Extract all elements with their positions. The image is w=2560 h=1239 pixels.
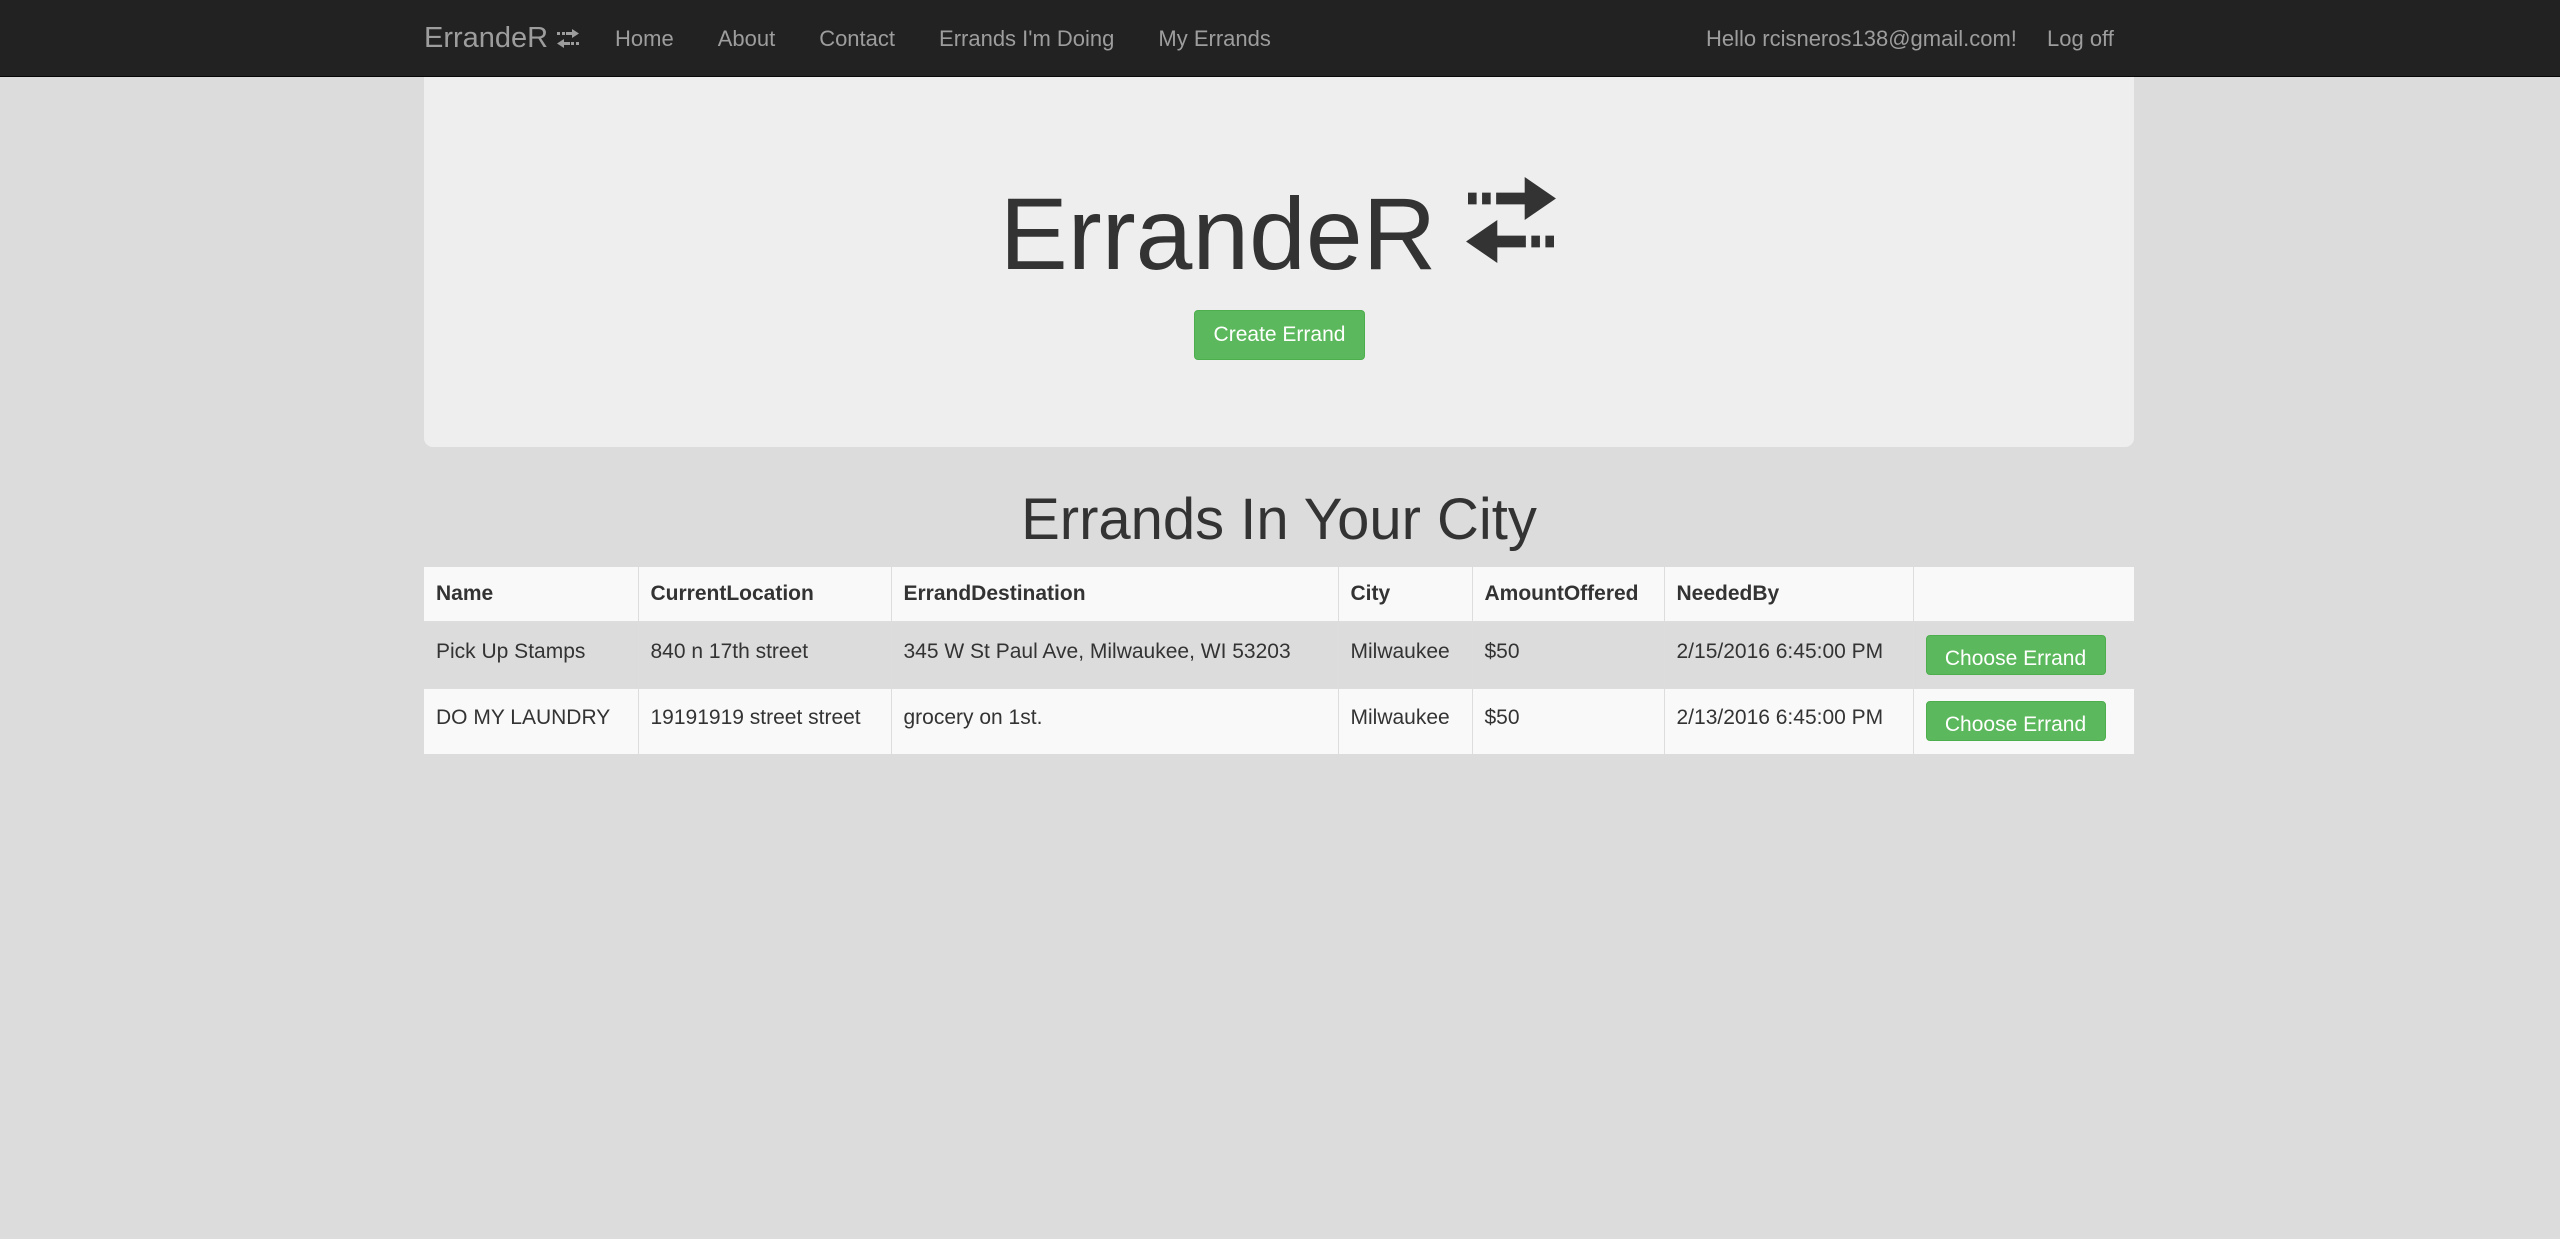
nav-home-link[interactable]: Home (593, 0, 696, 77)
errand-name: DO MY LAUNDRY (424, 687, 639, 754)
nav-about-link[interactable]: About (696, 0, 798, 77)
column-header-current-location: CurrentLocation (638, 567, 892, 623)
column-header-city: City (1338, 567, 1473, 623)
brand-link[interactable]: ErrandeR (424, 0, 580, 77)
choose-errand-button[interactable]: Choose Errand (1925, 701, 2106, 742)
errand-amount: $50 (1472, 621, 1665, 688)
errand-current-location: 19191919 street street (638, 687, 892, 754)
errand-amount: $50 (1472, 687, 1665, 754)
hero-jumbotron: ErrandeR Create Errand (424, 77, 2134, 447)
column-header-needed-by: NeededBy (1664, 567, 1914, 623)
nav-contact-link[interactable]: Contact (797, 0, 917, 77)
top-navbar: ErrandeR Home About Contact Errands I'm … (0, 0, 2560, 77)
column-header-action (1913, 567, 2134, 623)
errand-city: Milwaukee (1338, 621, 1473, 688)
column-header-destination: ErrandDestination (891, 567, 1339, 623)
table-row: Pick Up Stamps 840 n 17th street 345 W S… (424, 621, 2134, 688)
errands-section-title: Errands In Your City (1021, 487, 1537, 552)
errand-action-cell: Choose Errand (1913, 687, 2134, 754)
errand-destination: 345 W St Paul Ave, Milwaukee, WI 53203 (891, 621, 1339, 688)
nav-errands-doing-link[interactable]: Errands I'm Doing (917, 0, 1136, 77)
nav-my-errands-link[interactable]: My Errands (1136, 0, 1292, 77)
hero-heading: ErrandeR (424, 177, 2134, 291)
table-header-row: Name CurrentLocation ErrandDestination C… (424, 567, 2134, 623)
create-errand-button[interactable]: Create Errand (1194, 310, 1365, 360)
errand-current-location: 840 n 17th street (638, 621, 892, 688)
hero-title-text: ErrandeR (999, 177, 1437, 291)
errands-table: Name CurrentLocation ErrandDestination C… (424, 567, 2134, 754)
errand-destination: grocery on 1st. (891, 687, 1339, 754)
log-off-link[interactable]: Log off (2025, 0, 2136, 77)
table-row: DO MY LAUNDRY 19191919 street street gro… (424, 687, 2134, 754)
brand-name: ErrandeR (424, 22, 549, 54)
choose-errand-button[interactable]: Choose Errand (1925, 635, 2106, 676)
errand-city: Milwaukee (1338, 687, 1473, 754)
column-header-name: Name (424, 567, 639, 623)
user-greeting-link[interactable]: Hello rcisneros138@gmail.com! (1684, 0, 2039, 77)
errand-name: Pick Up Stamps (424, 621, 639, 688)
exchange-arrows-icon (1464, 177, 1558, 263)
errand-needed-by: 2/15/2016 6:45:00 PM (1664, 621, 1914, 688)
errand-action-cell: Choose Errand (1913, 621, 2134, 688)
main-nav: Home About Contact Errands I'm Doing My … (593, 0, 1293, 77)
column-header-amount: AmountOffered (1472, 567, 1665, 623)
exchange-arrows-icon (556, 28, 580, 49)
errand-needed-by: 2/13/2016 6:45:00 PM (1664, 687, 1914, 754)
